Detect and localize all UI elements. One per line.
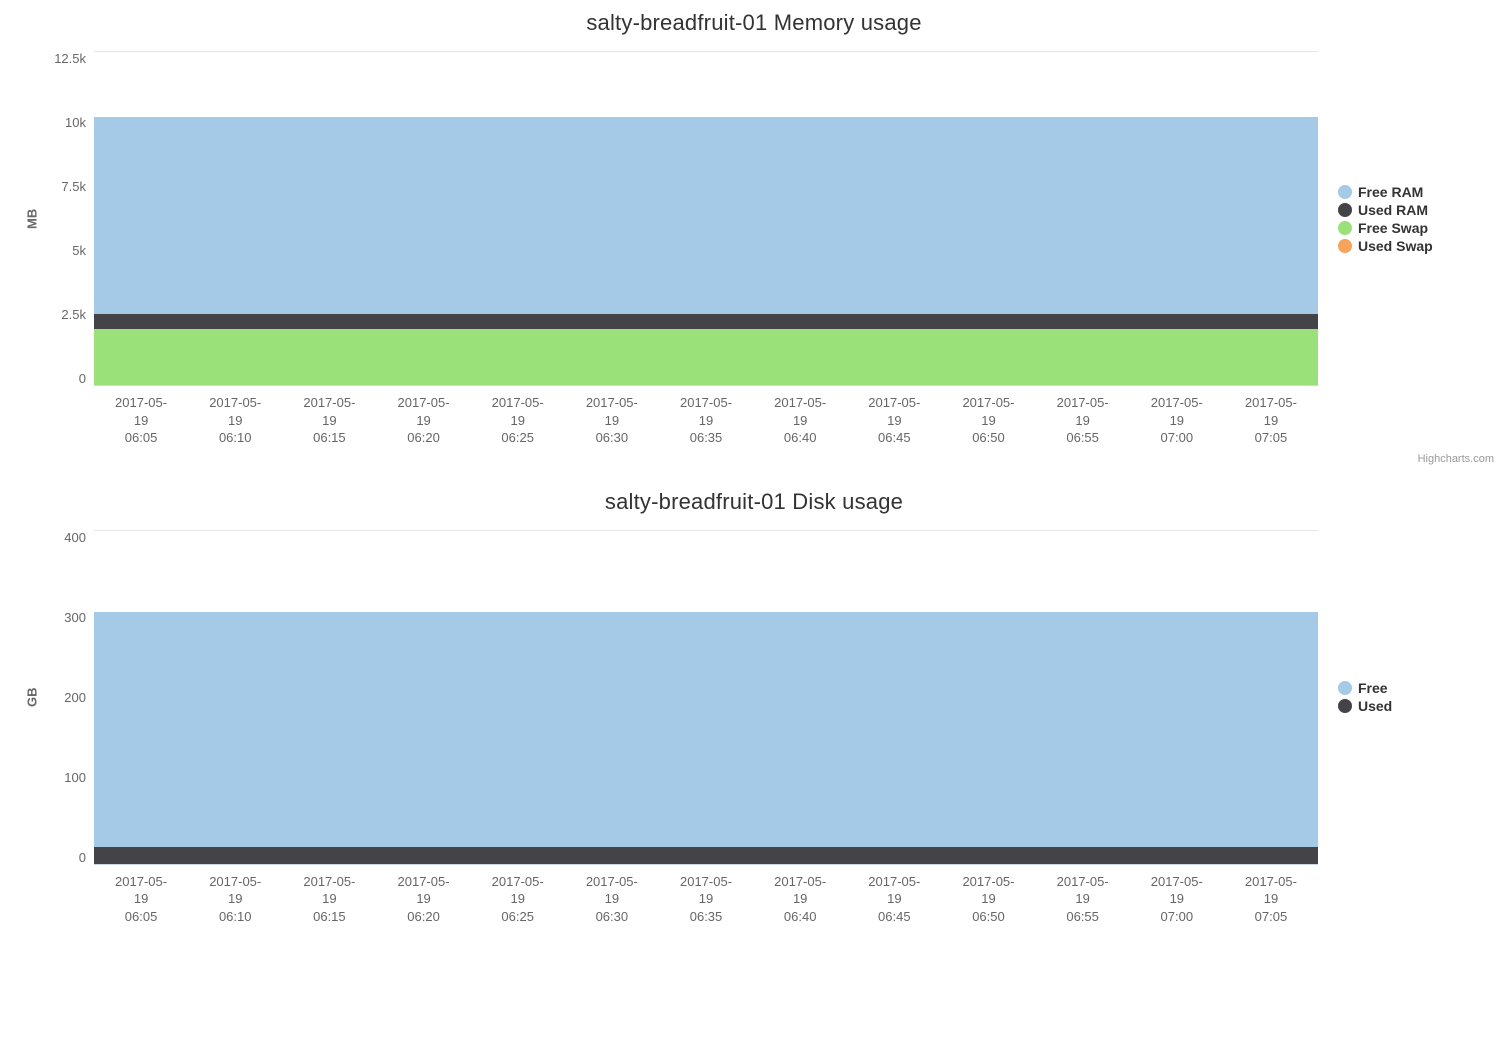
memory-chart: salty-breadfruit-01 Memory usage MB 12.5… (0, 0, 1508, 469)
y-tick: 12.5k (54, 51, 86, 66)
x-tick: 2017-05- 19 06:40 (753, 873, 847, 926)
chart-title: salty-breadfruit-01 Memory usage (0, 0, 1508, 51)
x-tick: 2017-05- 19 06:35 (659, 873, 753, 926)
x-tick: 2017-05- 19 06:55 (1036, 873, 1130, 926)
y-tick: 5k (72, 243, 86, 258)
legend-item-used-swap[interactable]: Used Swap (1338, 238, 1498, 254)
plot-area[interactable] (94, 530, 1318, 865)
x-tick: 2017-05- 19 06:40 (753, 394, 847, 447)
x-tick: 2017-05- 19 06:55 (1036, 394, 1130, 447)
series-free-disk (94, 612, 1318, 847)
y-tick: 100 (64, 770, 86, 785)
circle-icon (1338, 239, 1352, 253)
chart-legend: Free RAM Used RAM Free Swap Used Swap (1318, 51, 1498, 386)
y-tick: 300 (64, 610, 86, 625)
x-tick: 2017-05- 19 06:10 (188, 873, 282, 926)
x-tick: 2017-05- 19 06:30 (565, 873, 659, 926)
circle-icon (1338, 221, 1352, 235)
legend-item-used[interactable]: Used (1338, 698, 1498, 714)
y-tick: 0 (79, 850, 86, 865)
x-axis: 2017-05- 19 06:05 2017-05- 19 06:10 2017… (94, 386, 1318, 447)
series-free-swap (94, 329, 1318, 385)
y-tick: 0 (79, 371, 86, 386)
circle-icon (1338, 203, 1352, 217)
plot-area[interactable] (94, 51, 1318, 386)
x-tick: 2017-05- 19 06:25 (471, 394, 565, 447)
x-tick: 2017-05- 19 07:00 (1130, 873, 1224, 926)
chart-legend: Free Used (1318, 530, 1498, 865)
y-tick: 7.5k (61, 179, 86, 194)
series-free-ram (94, 117, 1318, 314)
x-tick: 2017-05- 19 07:05 (1224, 394, 1318, 447)
legend-label: Used RAM (1358, 202, 1428, 218)
x-tick: 2017-05- 19 06:45 (847, 394, 941, 447)
x-tick: 2017-05- 19 06:50 (941, 873, 1035, 926)
y-tick: 2.5k (61, 307, 86, 322)
x-tick: 2017-05- 19 07:05 (1224, 873, 1318, 926)
circle-icon (1338, 185, 1352, 199)
x-tick: 2017-05- 19 06:50 (941, 394, 1035, 447)
chart-title: salty-breadfruit-01 Disk usage (0, 479, 1508, 530)
y-tick: 400 (64, 530, 86, 545)
chart-credits[interactable]: Highcharts.com (0, 447, 1508, 469)
legend-label: Used Swap (1358, 238, 1433, 254)
y-tick: 200 (64, 690, 86, 705)
legend-item-free[interactable]: Free (1338, 680, 1498, 696)
circle-icon (1338, 699, 1352, 713)
x-tick: 2017-05- 19 06:35 (659, 394, 753, 447)
x-tick: 2017-05- 19 06:30 (565, 394, 659, 447)
legend-label: Free RAM (1358, 184, 1423, 200)
legend-label: Used (1358, 698, 1392, 714)
x-tick: 2017-05- 19 07:00 (1130, 394, 1224, 447)
y-tick: 10k (65, 115, 86, 130)
y-axis: 12.5k 10k 7.5k 5k 2.5k 0 (44, 51, 94, 386)
circle-icon (1338, 681, 1352, 695)
disk-chart: salty-breadfruit-01 Disk usage GB 400 30… (0, 479, 1508, 926)
x-tick: 2017-05- 19 06:15 (282, 873, 376, 926)
x-tick: 2017-05- 19 06:10 (188, 394, 282, 447)
y-axis-label: MB (20, 51, 44, 386)
y-axis-label: GB (20, 530, 44, 865)
series-used-ram (94, 314, 1318, 329)
x-tick: 2017-05- 19 06:15 (282, 394, 376, 447)
legend-label: Free Swap (1358, 220, 1428, 236)
x-tick: 2017-05- 19 06:20 (376, 873, 470, 926)
legend-item-free-ram[interactable]: Free RAM (1338, 184, 1498, 200)
x-tick: 2017-05- 19 06:25 (471, 873, 565, 926)
x-tick: 2017-05- 19 06:45 (847, 873, 941, 926)
x-tick: 2017-05- 19 06:05 (94, 873, 188, 926)
x-axis: 2017-05- 19 06:05 2017-05- 19 06:10 2017… (94, 865, 1318, 926)
legend-item-free-swap[interactable]: Free Swap (1338, 220, 1498, 236)
series-used-disk (94, 847, 1318, 864)
legend-item-used-ram[interactable]: Used RAM (1338, 202, 1498, 218)
legend-label: Free (1358, 680, 1388, 696)
y-axis: 400 300 200 100 0 (44, 530, 94, 865)
x-tick: 2017-05- 19 06:20 (376, 394, 470, 447)
x-tick: 2017-05- 19 06:05 (94, 394, 188, 447)
